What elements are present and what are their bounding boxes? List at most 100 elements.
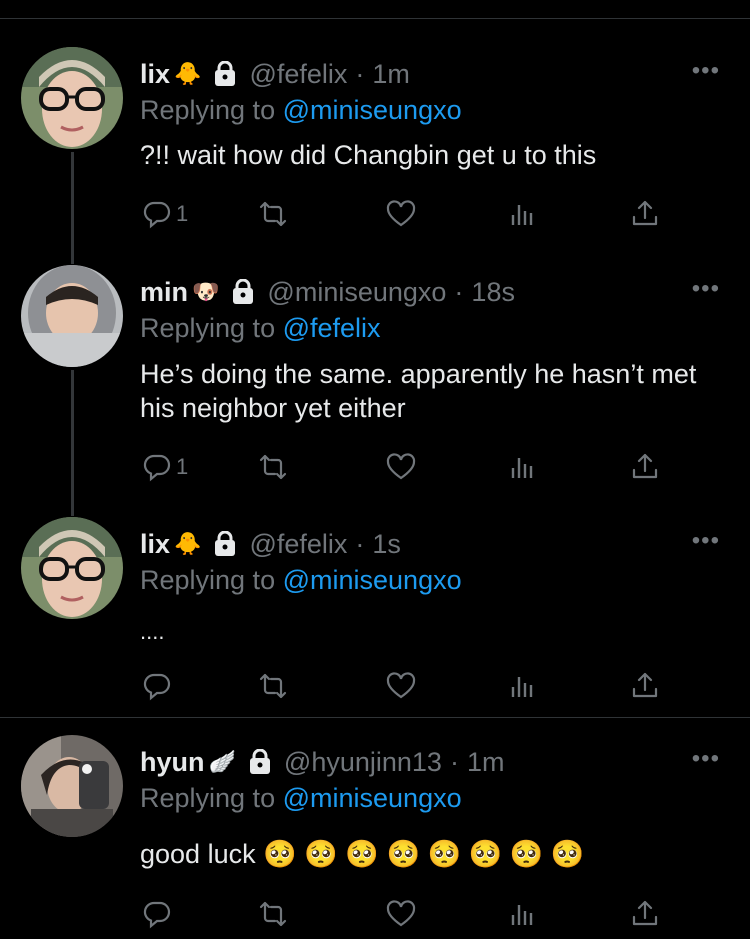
replying-label: Replying to xyxy=(140,95,276,125)
lock-icon xyxy=(248,748,272,775)
replying-to: Replying to @miniseungxo xyxy=(140,783,462,814)
handle[interactable]: @miniseungxo xyxy=(267,277,446,308)
lock-icon xyxy=(213,60,237,87)
analytics-button[interactable] xyxy=(508,897,538,931)
share-button[interactable] xyxy=(630,897,660,931)
mention-link[interactable]: @miniseungxo xyxy=(283,95,462,125)
reply-icon xyxy=(142,199,172,229)
more-icon[interactable]: ••• xyxy=(692,57,720,85)
chick-emoji: 🐥 xyxy=(174,531,202,556)
tweet[interactable]: lix 🐥 @fefelix · 1m ••• Replying to @min… xyxy=(0,47,750,247)
analytics-button[interactable] xyxy=(508,197,538,231)
tweet-header: hyun 🪽 @hyunjinn13 · 1m xyxy=(140,745,504,779)
separator-dot: · xyxy=(355,58,365,89)
replying-label: Replying to xyxy=(140,313,276,343)
share-icon xyxy=(630,671,660,701)
reply-button[interactable]: 1 xyxy=(142,197,188,231)
separator-dot: · xyxy=(449,746,459,777)
retweet-button[interactable] xyxy=(258,450,288,484)
like-icon xyxy=(386,671,416,701)
wing-emoji: 🪽 xyxy=(208,749,236,774)
reply-button[interactable]: 1 xyxy=(142,450,188,484)
avatar-lix[interactable] xyxy=(21,517,123,619)
tweet-header: lix 🐥 @fefelix · 1m xyxy=(140,57,410,91)
reply-count: 1 xyxy=(176,454,189,479)
share-icon xyxy=(630,452,660,482)
tweet-header: min 🐶 @miniseungxo · 18s xyxy=(140,275,515,309)
handle[interactable]: @fefelix xyxy=(249,529,347,560)
tweet-text: good luck 🥺 🥺 🥺 🥺 🥺 🥺 🥺 🥺 xyxy=(140,839,585,869)
tweet[interactable]: min 🐶 @miniseungxo · 18s ••• Replying to… xyxy=(0,265,750,495)
display-name[interactable]: lix xyxy=(140,529,170,560)
share-button[interactable] xyxy=(630,197,660,231)
analytics-icon xyxy=(508,452,538,482)
mention-link[interactable]: @miniseungxo xyxy=(283,565,462,595)
avatar-hyun[interactable] xyxy=(21,735,123,837)
retweet-button[interactable] xyxy=(258,669,288,703)
like-button[interactable] xyxy=(386,669,416,703)
replying-to: Replying to @fefelix xyxy=(140,313,381,344)
share-button[interactable] xyxy=(630,450,660,484)
reply-icon xyxy=(142,899,172,929)
tweet[interactable]: hyun 🪽 @hyunjinn13 · 1m ••• Replying to … xyxy=(0,735,750,939)
handle[interactable]: @fefelix xyxy=(249,59,347,90)
tweet-actions xyxy=(140,669,680,703)
more-icon[interactable]: ••• xyxy=(692,745,720,773)
like-icon xyxy=(386,452,416,482)
tweet-actions: 1 xyxy=(140,450,680,484)
more-icon[interactable]: ••• xyxy=(692,275,720,303)
analytics-icon xyxy=(508,671,538,701)
timestamp[interactable]: 1m xyxy=(372,59,410,90)
like-icon xyxy=(386,199,416,229)
lock-icon xyxy=(213,530,237,557)
like-button[interactable] xyxy=(386,450,416,484)
display-name[interactable]: hyun xyxy=(140,747,205,778)
tweet-actions: 1 xyxy=(140,197,680,231)
like-button[interactable] xyxy=(386,197,416,231)
mention-link[interactable]: @miniseungxo xyxy=(283,783,462,813)
reply-button[interactable] xyxy=(142,897,176,931)
reply-icon xyxy=(142,671,172,701)
retweet-icon xyxy=(258,199,288,229)
tweet[interactable]: lix 🐥 @fefelix · 1s ••• Replying to @min… xyxy=(0,517,750,707)
timestamp[interactable]: 1m xyxy=(467,747,505,778)
retweet-icon xyxy=(258,671,288,701)
separator-dot: · xyxy=(355,528,365,559)
retweet-icon xyxy=(258,452,288,482)
retweet-button[interactable] xyxy=(258,897,288,931)
avatar-min[interactable] xyxy=(21,265,123,367)
timestamp[interactable]: 18s xyxy=(471,277,515,308)
reply-icon xyxy=(142,452,172,482)
more-icon[interactable]: ••• xyxy=(692,527,720,555)
display-name[interactable]: min xyxy=(140,277,188,308)
tweet-text: He’s doing the same. apparently he hasn’… xyxy=(140,359,697,423)
replying-to: Replying to @miniseungxo xyxy=(140,95,462,126)
analytics-icon xyxy=(508,899,538,929)
tweet-divider xyxy=(0,717,750,718)
timestamp[interactable]: 1s xyxy=(372,529,401,560)
tweet-actions xyxy=(140,897,680,931)
share-icon xyxy=(630,199,660,229)
reply-button[interactable] xyxy=(142,669,176,703)
analytics-button[interactable] xyxy=(508,450,538,484)
lock-icon xyxy=(231,278,255,305)
analytics-icon xyxy=(508,199,538,229)
dog-emoji: 🐶 xyxy=(192,279,220,304)
share-button[interactable] xyxy=(630,669,660,703)
handle[interactable]: @hyunjinn13 xyxy=(284,747,442,778)
replying-label: Replying to xyxy=(140,565,276,595)
separator-dot: · xyxy=(454,276,464,307)
like-icon xyxy=(386,899,416,929)
replying-label: Replying to xyxy=(140,783,276,813)
like-button[interactable] xyxy=(386,897,416,931)
mention-link[interactable]: @fefelix xyxy=(283,313,381,343)
analytics-button[interactable] xyxy=(508,669,538,703)
reply-count: 1 xyxy=(176,201,189,226)
tweet-header: lix 🐥 @fefelix · 1s xyxy=(140,527,401,561)
avatar-lix[interactable] xyxy=(21,47,123,149)
replying-to: Replying to @miniseungxo xyxy=(140,565,462,596)
display-name[interactable]: lix xyxy=(140,59,170,90)
retweet-button[interactable] xyxy=(258,197,288,231)
tweet-text: ?!! wait how did Changbin get u to this xyxy=(140,140,597,170)
retweet-icon xyxy=(258,899,288,929)
